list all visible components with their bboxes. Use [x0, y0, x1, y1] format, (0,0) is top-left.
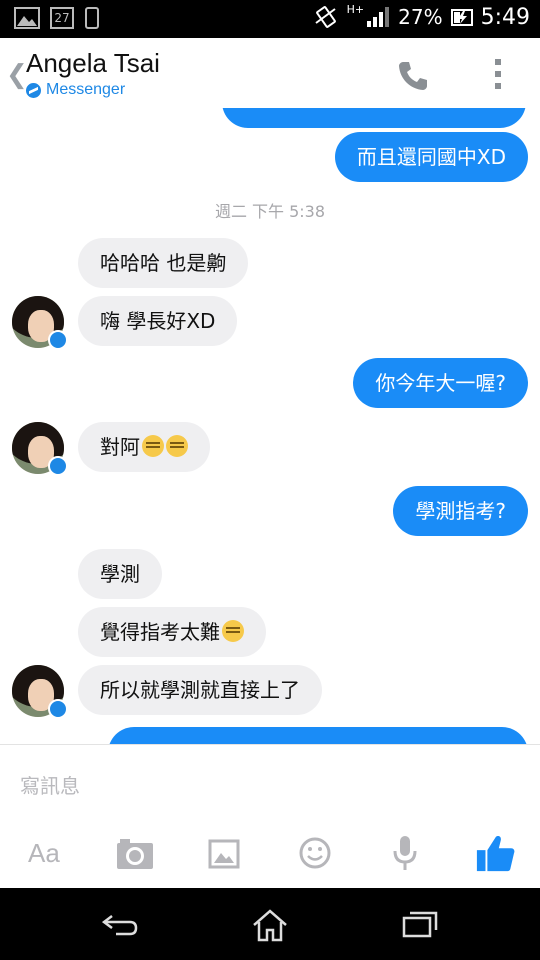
- battery-charging-icon: [450, 9, 473, 26]
- expressionless-emoji-icon: [166, 435, 188, 457]
- message-bubble-incoming[interactable]: 覺得指考太難: [78, 607, 266, 657]
- message-bubble-incoming[interactable]: 嗨 學長好XD: [78, 296, 238, 346]
- messenger-label: Messenger: [46, 81, 126, 98]
- expressionless-emoji-icon: [142, 435, 164, 457]
- message-bubble-incoming[interactable]: 所以就學測就直接上了: [78, 665, 322, 715]
- camera-icon[interactable]: [116, 833, 154, 873]
- back-icon[interactable]: [102, 908, 138, 938]
- message-text: 覺得指考太難: [100, 620, 220, 644]
- emoji-icon[interactable]: [298, 833, 332, 873]
- clock: 5:49: [480, 4, 530, 30]
- signal-icon: [367, 7, 390, 27]
- message-bubble-incoming[interactable]: 對阿: [78, 422, 210, 472]
- thumbs-up-icon[interactable]: [474, 833, 516, 873]
- disappointed-emoji-icon: [222, 620, 244, 642]
- message-bubble-outgoing-partial[interactable]: [108, 727, 528, 744]
- messenger-subtitle: Messenger: [26, 81, 125, 99]
- messenger-badge-icon: [48, 456, 68, 476]
- messenger-icon: [26, 82, 41, 98]
- phone-notification-icon: [85, 7, 99, 29]
- system-navigation-bar: [0, 888, 540, 960]
- messenger-badge-icon: [48, 699, 68, 719]
- message-composer: 寫訊息 Aa: [0, 744, 540, 889]
- microphone-icon[interactable]: [392, 833, 418, 873]
- message-bubble-outgoing[interactable]: 你今年大一喔?: [353, 358, 528, 408]
- battery-percent: 27%: [398, 5, 443, 29]
- recents-icon[interactable]: [402, 908, 438, 938]
- vibrate-icon: [315, 6, 336, 28]
- message-timestamp: 週二 下午 5:38: [214, 202, 326, 221]
- message-list[interactable]: 而且還同國中XD 週二 下午 5:38 哈哈哈 也是齁 嗨 學長好XD 你今年大…: [0, 108, 540, 744]
- network-type-label: H+: [346, 2, 365, 16]
- contact-name[interactable]: Angela Tsai: [26, 48, 160, 79]
- status-bar: 27 H+ 27% 5:49: [0, 0, 540, 38]
- message-bubble-outgoing[interactable]: 學測指考?: [393, 486, 528, 536]
- chevron-left-icon[interactable]: ❮: [6, 60, 28, 90]
- gallery-notification-icon: [14, 7, 40, 29]
- home-icon[interactable]: [252, 908, 288, 942]
- phone-icon[interactable]: [395, 58, 431, 94]
- image-icon[interactable]: [208, 833, 240, 873]
- message-input[interactable]: 寫訊息: [20, 770, 80, 799]
- message-bubble-incoming[interactable]: 哈哈哈 也是齁: [78, 238, 249, 288]
- more-vertical-icon[interactable]: [488, 56, 508, 94]
- message-bubble-outgoing[interactable]: 而且還同國中XD: [334, 132, 528, 182]
- conversation-header: ❮ Angela Tsai Messenger: [0, 38, 540, 109]
- message-text: 對阿: [100, 435, 140, 459]
- message-bubble-incoming[interactable]: 學測: [78, 549, 162, 599]
- message-bubble-outgoing-partial[interactable]: [222, 108, 526, 128]
- calendar-notification-icon: 27: [50, 7, 74, 29]
- text-format-icon[interactable]: Aa: [28, 833, 60, 873]
- messenger-badge-icon: [48, 330, 68, 350]
- calendar-day: 27: [54, 11, 70, 25]
